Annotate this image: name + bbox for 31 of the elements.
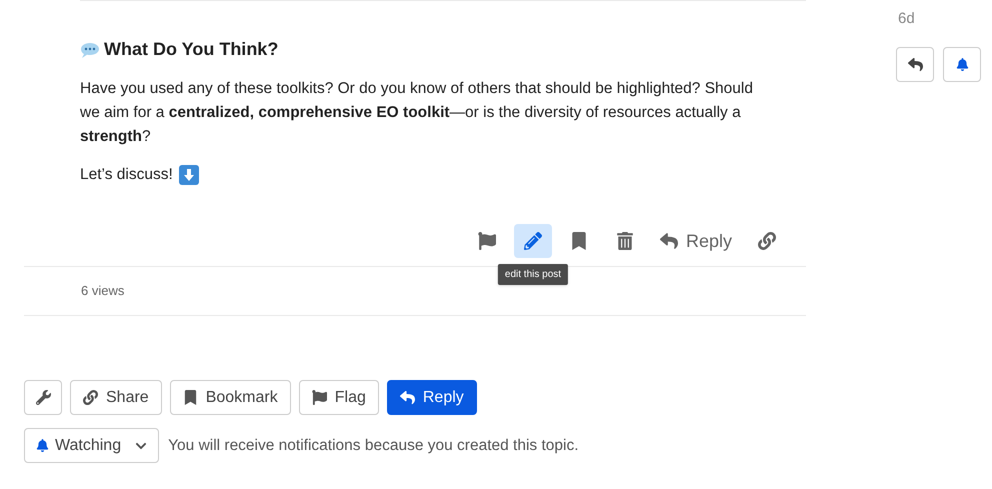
views-count: 6 views	[81, 283, 124, 298]
flag-button[interactable]: Flag	[298, 380, 379, 416]
reply-icon	[908, 56, 922, 72]
flag-icon	[312, 390, 327, 406]
link-icon	[758, 232, 776, 250]
tooltip: edit this post	[498, 264, 568, 286]
share-button[interactable]: Share	[70, 380, 162, 416]
link-icon	[83, 390, 98, 406]
reply-icon	[660, 232, 678, 250]
reply-icon	[400, 390, 415, 406]
edit-button[interactable]	[514, 224, 552, 258]
reply-button[interactable]: Reply	[652, 224, 740, 258]
reply-button[interactable]: Reply	[386, 380, 477, 416]
flag-icon	[478, 232, 496, 250]
post-paragraph: Have you used any of these toolkits? Or do you know of others that should be highlighted? Should we aim for a centralized, comprehensive EO toolkit—or is the diversity of resources actually a strength?	[80, 79, 754, 147]
trash-icon	[616, 232, 634, 250]
notification-dropdown[interactable]: Watching	[24, 428, 160, 464]
bell-icon	[36, 439, 49, 452]
bell-icon	[956, 58, 968, 70]
reply-button[interactable]	[896, 46, 934, 82]
notifications-button[interactable]	[943, 46, 981, 82]
bookmark-button[interactable]: Bookmark	[170, 380, 291, 416]
notification-message: You will receive notifications because you created this topic.	[168, 436, 579, 456]
pencil-icon	[524, 232, 542, 250]
bookmark-icon	[570, 232, 588, 250]
section-heading: What Do You Think?	[104, 38, 278, 61]
post-paragraph: Let’s discuss!	[80, 165, 173, 185]
bookmark-icon	[182, 390, 198, 406]
post-age: 6d	[898, 9, 916, 29]
wrench-icon	[36, 390, 50, 406]
admin-button[interactable]	[24, 380, 62, 416]
